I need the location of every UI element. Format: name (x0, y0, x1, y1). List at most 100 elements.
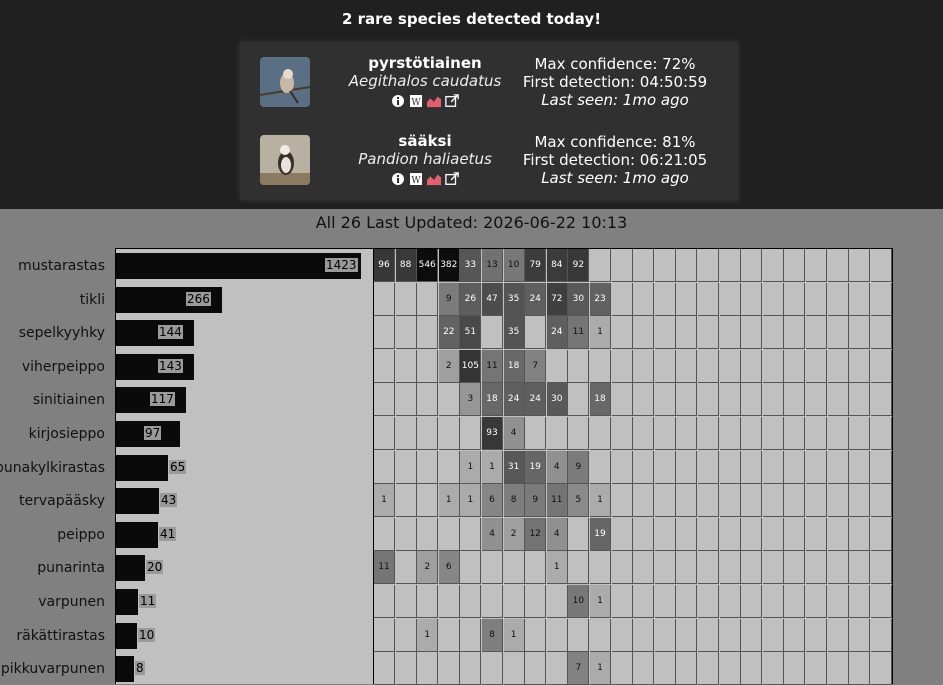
hour-cell[interactable] (568, 417, 590, 450)
hour-cell[interactable] (806, 484, 827, 518)
hour-cell[interactable] (762, 316, 784, 350)
hour-cell[interactable] (762, 484, 784, 518)
hour-cell[interactable]: 11 (482, 349, 503, 383)
hour-cell[interactable] (849, 551, 871, 585)
hour-cell[interactable] (827, 585, 849, 618)
hour-cell[interactable] (698, 349, 719, 383)
hour-cell[interactable]: 30 (568, 282, 590, 316)
hour-cell[interactable] (395, 282, 417, 316)
hour-cell[interactable] (719, 484, 741, 518)
hour-cell[interactable]: 1 (590, 652, 611, 685)
hour-cell[interactable] (870, 417, 892, 450)
species-label[interactable]: sinitiainen (33, 392, 105, 408)
hour-cell[interactable] (438, 383, 460, 417)
hour-cell[interactable] (654, 450, 676, 484)
hour-cell[interactable] (870, 282, 892, 316)
hour-cell[interactable]: 35 (503, 316, 525, 350)
hour-cell[interactable] (525, 417, 547, 450)
hour-cell[interactable] (482, 316, 503, 350)
hour-cell[interactable]: 4 (482, 517, 503, 551)
hour-cell[interactable] (633, 349, 655, 383)
species-bar[interactable] (116, 555, 145, 582)
hour-cell[interactable] (870, 249, 892, 282)
hour-cell[interactable]: 19 (525, 450, 547, 484)
hour-cell[interactable] (633, 383, 655, 417)
species-bar[interactable] (116, 656, 134, 683)
hour-cell[interactable] (395, 417, 417, 450)
species-label[interactable]: peippo (57, 527, 105, 543)
hour-cell[interactable] (590, 551, 611, 585)
hour-cell[interactable]: 33 (460, 249, 482, 282)
hour-cell[interactable]: 4 (546, 517, 568, 551)
hour-cell[interactable] (633, 316, 655, 350)
species-label[interactable]: varpunen (38, 594, 105, 610)
species-bar[interactable] (116, 488, 159, 515)
hour-cell[interactable]: 105 (460, 349, 482, 383)
hour-cell[interactable] (741, 484, 763, 518)
hour-cell[interactable] (698, 652, 719, 685)
species-label[interactable]: räkättirastas (16, 628, 105, 644)
hour-cell[interactable] (395, 585, 417, 618)
hour-cell[interactable] (698, 585, 719, 618)
hour-cell[interactable] (374, 652, 395, 685)
hour-cell[interactable] (870, 484, 892, 518)
hour-cell[interactable]: 84 (546, 249, 568, 282)
hour-cell[interactable] (827, 349, 849, 383)
hour-cell[interactable] (676, 316, 698, 350)
hour-cell[interactable] (762, 517, 784, 551)
hour-cell[interactable] (784, 585, 806, 618)
hour-cell[interactable]: 1 (546, 551, 568, 585)
hour-cell[interactable] (568, 349, 590, 383)
hour-cell[interactable] (698, 517, 719, 551)
hour-cell[interactable] (633, 282, 655, 316)
hour-cell[interactable]: 18 (590, 383, 611, 417)
hour-cell[interactable] (676, 249, 698, 282)
hour-cell[interactable] (827, 450, 849, 484)
hour-cell[interactable] (611, 417, 633, 450)
hour-cell[interactable]: 26 (460, 282, 482, 316)
hour-cell[interactable]: 18 (482, 383, 503, 417)
hour-cell[interactable] (417, 652, 439, 685)
info-icon[interactable] (391, 94, 405, 108)
hour-cell[interactable] (654, 517, 676, 551)
hour-cell[interactable] (741, 349, 763, 383)
hour-cell[interactable] (503, 652, 525, 685)
hour-cell[interactable] (698, 417, 719, 450)
hour-cell[interactable] (395, 618, 417, 652)
hour-cell[interactable]: 1 (503, 618, 525, 652)
hour-cell[interactable] (633, 249, 655, 282)
hour-cell[interactable] (698, 618, 719, 652)
hour-cell[interactable] (676, 585, 698, 618)
hour-cell[interactable] (719, 450, 741, 484)
hour-cell[interactable] (654, 383, 676, 417)
hour-cell[interactable] (654, 316, 676, 350)
hour-cell[interactable]: 19 (590, 517, 611, 551)
hour-cell[interactable] (611, 349, 633, 383)
hour-cell[interactable] (870, 585, 892, 618)
hour-cell[interactable] (806, 450, 827, 484)
species-bar[interactable] (116, 589, 138, 615)
hour-cell[interactable]: 47 (482, 282, 503, 316)
hour-cell[interactable] (654, 249, 676, 282)
species-label[interactable]: kirjosieppo (29, 426, 105, 442)
hour-cell[interactable] (482, 652, 503, 685)
species-label[interactable]: punakylkirastas (0, 460, 105, 476)
hour-cell[interactable] (827, 282, 849, 316)
hour-cell[interactable] (806, 652, 827, 685)
hour-cell[interactable] (870, 349, 892, 383)
hour-cell[interactable] (784, 282, 806, 316)
hour-cell[interactable] (849, 349, 871, 383)
info-icon[interactable] (391, 172, 405, 186)
hour-cell[interactable] (719, 618, 741, 652)
hour-cell[interactable] (741, 585, 763, 618)
hour-cell[interactable] (762, 618, 784, 652)
hour-cell[interactable] (870, 450, 892, 484)
hour-cell[interactable]: 10 (568, 585, 590, 618)
hour-cell[interactable] (719, 349, 741, 383)
hour-cell[interactable]: 1 (482, 450, 503, 484)
hour-cell[interactable] (503, 551, 525, 585)
hour-cell[interactable]: 4 (546, 450, 568, 484)
hour-cell[interactable] (460, 551, 482, 585)
hour-cell[interactable] (719, 652, 741, 685)
hour-cell[interactable] (546, 585, 568, 618)
